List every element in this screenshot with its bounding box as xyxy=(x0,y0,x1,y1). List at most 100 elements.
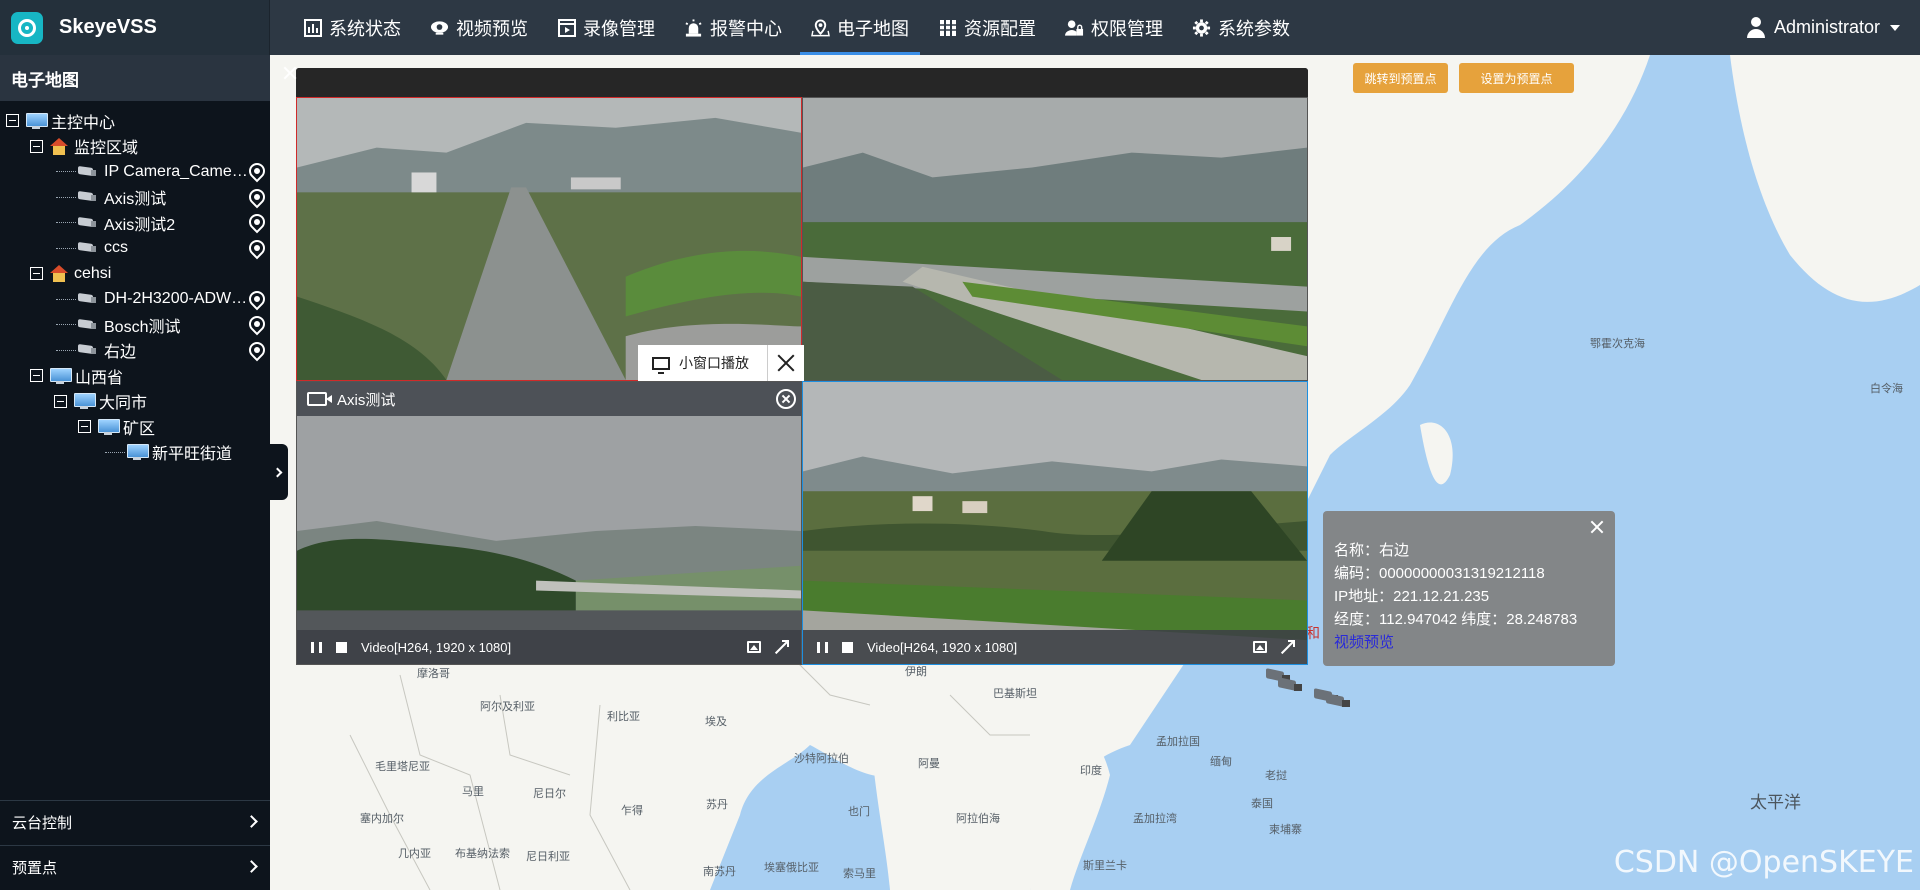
tree-node-cehsi[interactable]: cehsi xyxy=(0,261,270,287)
map-pin-icon[interactable] xyxy=(245,287,269,310)
app-logo-icon xyxy=(11,11,43,44)
nav-recording-management[interactable]: 录像管理 xyxy=(546,0,666,55)
snapshot-icon[interactable] xyxy=(1253,641,1267,653)
camera-marker-icon[interactable] xyxy=(1326,693,1352,707)
nav-permission-management[interactable]: 权限管理 xyxy=(1054,0,1174,55)
camera-marker-icon[interactable] xyxy=(1278,677,1304,691)
tree-node-camera[interactable]: ccs xyxy=(0,236,270,262)
map-label: 布基纳法索 xyxy=(455,848,510,860)
tree-node-camera[interactable]: Bosch测试 xyxy=(0,312,270,338)
close-icon[interactable] xyxy=(768,345,804,381)
ptz-control-panel[interactable]: 云台控制 xyxy=(0,800,270,844)
map-label: 沙特阿拉伯 xyxy=(794,753,849,765)
video-frame-river xyxy=(297,382,801,664)
map-pin-icon[interactable] xyxy=(245,236,269,259)
tree-node-monitor-area[interactable]: 监控区域 xyxy=(0,134,270,160)
collapse-toggle-icon[interactable] xyxy=(30,369,43,383)
fullscreen-icon[interactable] xyxy=(1281,640,1295,654)
tree-node-camera[interactable]: DH-2H3200-ADW… xyxy=(0,287,270,313)
user-menu[interactable]: Administrator xyxy=(1746,0,1900,55)
server-icon xyxy=(938,18,957,37)
map-pin-icon[interactable] xyxy=(245,210,269,234)
camera-icon xyxy=(78,293,97,305)
camera-icon xyxy=(78,344,97,356)
video-frame-highway xyxy=(297,98,801,380)
tree-node-street[interactable]: 新平旺街道 xyxy=(0,440,270,466)
tree-node-camera[interactable]: IP Camera_Came… xyxy=(0,159,270,185)
preset-label: 预置点 xyxy=(12,860,58,877)
stop-icon[interactable] xyxy=(336,641,347,653)
tree-node-datong[interactable]: 大同市 xyxy=(0,389,270,415)
fullscreen-icon[interactable] xyxy=(775,640,789,654)
watermark: CSDN @OpenSKEYE xyxy=(1613,845,1914,880)
monitor-icon xyxy=(74,393,96,410)
nav-label: 系统参数 xyxy=(1218,18,1290,39)
monitor-icon xyxy=(652,356,670,374)
snapshot-icon[interactable] xyxy=(747,641,761,653)
map-label: 印度 xyxy=(1080,765,1102,777)
tree-node-label: 右边 xyxy=(104,344,137,362)
collapse-toggle-icon[interactable] xyxy=(6,114,19,128)
chevron-right-icon xyxy=(245,860,258,873)
alarm-light-icon xyxy=(684,18,703,37)
stop-icon[interactable] xyxy=(842,641,853,653)
video-pane-1[interactable] xyxy=(296,97,802,381)
close-circle-icon[interactable] xyxy=(776,389,796,409)
brand: SkeyeVSS xyxy=(0,0,270,55)
map-pin-icon[interactable] xyxy=(245,338,269,361)
collapse-toggle-icon[interactable] xyxy=(30,139,43,153)
tree-node-label: Axis测试 xyxy=(104,191,167,209)
map-label: 南苏丹 xyxy=(703,866,736,878)
tree-node-label: 主控中心 xyxy=(51,114,116,132)
tree-node-mining-area[interactable]: 矿区 xyxy=(0,414,270,440)
tree-node-camera[interactable]: Axis测试2 xyxy=(0,210,270,236)
map-pin-icon[interactable] xyxy=(245,312,269,336)
nav-resource-config[interactable]: 资源配置 xyxy=(927,0,1047,55)
video-pane-4[interactable]: Video[H264, 1920 x 1080] xyxy=(802,381,1308,665)
device-info-popup: 名称：右边 编码：00000000031319212118 IP地址：221.1… xyxy=(1323,511,1615,666)
tree-node-shanxi[interactable]: 山西省 xyxy=(0,363,270,389)
goto-preset-button[interactable]: 跳转到预置点 xyxy=(1353,63,1448,93)
map-pin-icon[interactable] xyxy=(245,185,269,208)
pause-icon[interactable] xyxy=(817,641,828,653)
collapse-toggle-icon[interactable] xyxy=(30,267,43,281)
tree-node-label: 矿区 xyxy=(123,420,156,438)
device-code: 编码：00000000031319212118 xyxy=(1334,565,1545,582)
sidebar-title: 电子地图 xyxy=(0,55,270,101)
map-label: 缅甸 xyxy=(1210,756,1232,768)
set-preset-button[interactable]: 设置为预置点 xyxy=(1459,63,1574,93)
close-icon[interactable] xyxy=(1589,519,1605,535)
pause-icon[interactable] xyxy=(311,641,322,653)
film-icon xyxy=(557,18,576,37)
video-preview-link[interactable]: 视频预览 xyxy=(1334,631,1615,654)
sidebar: 电子地图 主控中心 监控区域 IP Camera_Came… Axis测试 Ax… xyxy=(0,55,270,890)
tree-node-main-center[interactable]: 主控中心 xyxy=(0,108,270,134)
nav-system-status[interactable]: 系统状态 xyxy=(292,0,412,55)
nav-alarm-center[interactable]: 报警中心 xyxy=(673,0,793,55)
map-pin-icon xyxy=(811,18,830,37)
preset-panel[interactable]: 预置点 xyxy=(0,845,270,889)
tree-node-camera[interactable]: 右边 xyxy=(0,338,270,364)
map-pin-icon[interactable] xyxy=(245,159,269,183)
collapse-toggle-icon[interactable] xyxy=(78,420,91,434)
tree-node-camera[interactable]: Axis测试 xyxy=(0,185,270,211)
tree-node-label: DH-2H3200-ADW… xyxy=(104,290,248,308)
map-label: 毛里塔尼亚 xyxy=(375,761,430,773)
collapse-toggle-icon[interactable] xyxy=(54,394,67,408)
map-label: 摩洛哥 xyxy=(417,668,450,680)
nav-system-parameters[interactable]: 系统参数 xyxy=(1181,0,1301,55)
tree-node-label: 新平旺街道 xyxy=(152,446,233,464)
camera-icon xyxy=(78,191,97,203)
monitor-icon xyxy=(127,444,149,461)
video-pane-2[interactable] xyxy=(802,97,1308,381)
nav-electronic-map[interactable]: 电子地图 xyxy=(800,0,920,55)
tree-node-label: Axis测试2 xyxy=(104,216,176,234)
video-window-header xyxy=(296,68,1308,97)
mini-window-play-button[interactable]: 小窗口播放 xyxy=(638,345,768,381)
nav-video-preview[interactable]: 视频预览 xyxy=(419,0,539,55)
sidebar-collapse-toggle[interactable] xyxy=(270,444,288,500)
device-ip: IP地址：221.12.21.235 xyxy=(1334,588,1490,605)
chevron-right-icon xyxy=(245,815,258,828)
video-pane-3[interactable]: Axis测试 Video[H264, 1920 x 1080] xyxy=(296,381,802,665)
tree-node-label: Bosch测试 xyxy=(104,318,181,336)
